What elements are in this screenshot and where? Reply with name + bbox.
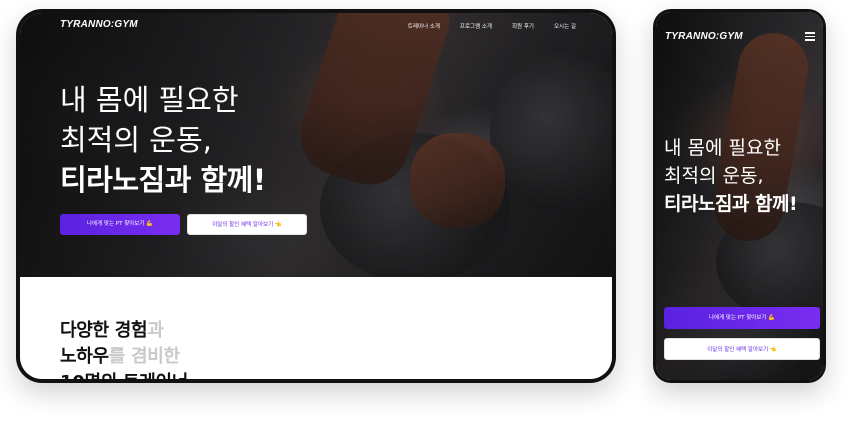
mobile-find-pt-button[interactable]: 나에게 맞는 PT 찾아보기 💪	[664, 307, 820, 329]
mobile-monthly-discount-button[interactable]: 이달의 할인 혜택 알아보기 👈	[664, 338, 820, 360]
hero-headline: 내 몸에 필요한 최적의 운동, 티라노짐과 함께!	[60, 80, 266, 200]
nav-item-reviews[interactable]: 회원 후기	[512, 22, 534, 30]
nav-item-programs[interactable]: 프로그램 소개	[460, 22, 492, 30]
intro-heading: 다양한 경험과 노하우를 겸비한 10명의 트레이너	[60, 318, 188, 379]
mobile-hero-headline-line1: 내 몸에 필요한	[664, 137, 781, 159]
hero-headline-line2: 최적의 운동,	[60, 123, 212, 157]
hamburger-menu-icon[interactable]	[805, 32, 815, 41]
nav-item-trainers[interactable]: 트레이너 소개	[408, 22, 440, 30]
logo[interactable]: TYRANNO:GYM	[60, 19, 138, 30]
mobile-hero-headline-line2: 최적의 운동,	[664, 165, 764, 187]
hero-headline-line1: 내 몸에 필요한	[60, 83, 239, 117]
tablet-device-frame: TYRANNO:GYM 트레이너 소개 프로그램 소개 회원 후기 오시는 길 …	[16, 9, 616, 383]
intro-line1-dark: 다양한 경험	[60, 320, 148, 341]
intro-line1-muted: 과	[147, 320, 164, 341]
top-navigation: 트레이너 소개 프로그램 소개 회원 후기 오시는 길	[408, 22, 576, 30]
hero-headline-line3: 티라노짐과 함께!	[60, 163, 266, 197]
phone-screen: TYRANNO:GYM 내 몸에 필요한 최적의 운동, 티라노짐과 함께! 나…	[656, 12, 823, 380]
find-pt-button[interactable]: 나에게 맞는 PT 찾아보기 💪	[60, 214, 180, 235]
nav-item-directions[interactable]: 오시는 길	[554, 22, 576, 30]
mobile-hero-headline: 내 몸에 필요한 최적의 운동, 티라노짐과 함께!	[664, 134, 798, 218]
intro-line2-dark: 노하우	[60, 346, 109, 367]
intro-line3-partial: 10명의 트레이너	[60, 370, 188, 379]
tablet-screen: TYRANNO:GYM 트레이너 소개 프로그램 소개 회원 후기 오시는 길 …	[20, 13, 612, 379]
intro-section: 다양한 경험과 노하우를 겸비한 10명의 트레이너	[20, 277, 612, 379]
hero-section: TYRANNO:GYM 트레이너 소개 프로그램 소개 회원 후기 오시는 길 …	[20, 13, 612, 277]
phone-device-frame: TYRANNO:GYM 내 몸에 필요한 최적의 운동, 티라노짐과 함께! 나…	[653, 9, 826, 383]
mobile-hero-headline-line3: 티라노짐과 함께!	[664, 193, 798, 215]
intro-line2-muted: 를 겸비한	[108, 346, 180, 367]
monthly-discount-button[interactable]: 이달의 할인 혜택 알아보기 👈	[187, 214, 307, 235]
mobile-logo[interactable]: TYRANNO:GYM	[665, 31, 743, 42]
mobile-hero-section: TYRANNO:GYM 내 몸에 필요한 최적의 운동, 티라노짐과 함께! 나…	[656, 12, 823, 380]
